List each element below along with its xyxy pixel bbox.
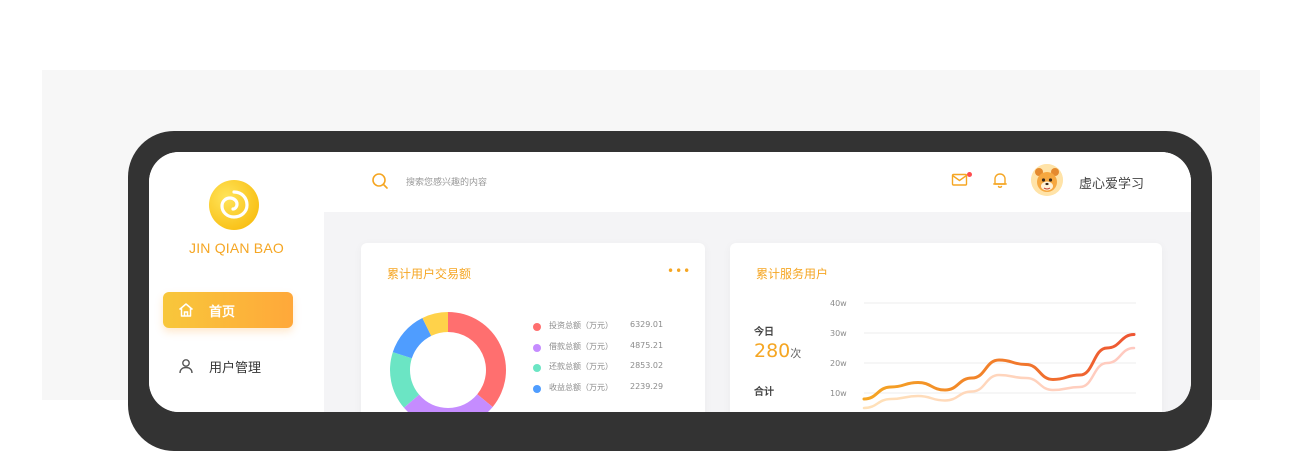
today-label: 今日: [754, 327, 774, 338]
home-icon: [179, 303, 193, 317]
unread-dot: [967, 172, 972, 177]
bell-icon[interactable]: [992, 171, 1008, 189]
user-icon: [179, 359, 193, 374]
legend-swatch: [533, 323, 541, 331]
avatar[interactable]: [1031, 164, 1063, 196]
search-input[interactable]: [404, 172, 668, 194]
search-icon[interactable]: [371, 172, 389, 190]
today-number: 280: [754, 340, 791, 362]
legend: 投资总额（万元） 6329.01 借款总额（万元） 4875.21 还款总额（万…: [533, 319, 693, 401]
donut-slice: [403, 394, 493, 412]
legend-swatch: [533, 343, 541, 352]
legend-value: 2239.29: [630, 381, 664, 391]
legend-label: 收益总额（万元）: [549, 382, 613, 392]
service-users-card: 累计服务用户 今日 280次 合计 40w 30w 20w 10w: [730, 243, 1162, 412]
legend-swatch: [533, 384, 541, 393]
legend-label: 借款总额（万元）: [549, 341, 613, 351]
today-value: 280次: [754, 340, 801, 362]
y-tick-label: 30w: [830, 329, 847, 338]
card-title: 累计用户交易额: [387, 267, 472, 281]
line-series: [862, 346, 1136, 410]
brand-name: JIN QIAN BAO: [189, 240, 284, 256]
legend-item: 借款总额（万元） 4875.21: [533, 340, 693, 361]
transactions-card: 累计用户交易额 ••• 投资总额（万元） 6329.01 借款总额（万元） 48…: [361, 243, 705, 412]
legend-value: 2853.02: [630, 361, 664, 370]
y-tick-label: 10w: [830, 389, 847, 398]
sidebar-item-users[interactable]: 用户管理: [163, 348, 293, 384]
legend-item: 投资总额（万元） 6329.01: [533, 319, 693, 340]
today-unit: 次: [790, 347, 802, 360]
sidebar-item-label: 首页: [209, 304, 236, 320]
y-tick-label: 20w: [830, 359, 847, 368]
legend-label: 还款总额（万元）: [549, 362, 613, 371]
sidebar-item-home[interactable]: 首页: [163, 292, 293, 328]
main-area: 虚心爱学习 累计用户交易额 ••• 投资总额（万元） 6329.01 借款总额（…: [324, 152, 1191, 412]
brand-logo: [209, 180, 259, 230]
line-chart: 40w 30w 20w 10w: [830, 299, 1136, 410]
more-button[interactable]: •••: [667, 265, 691, 277]
legend-label: 投资总额（万元）: [549, 321, 613, 330]
donut-chart: [390, 312, 506, 412]
username[interactable]: 虚心爱学习: [1079, 173, 1144, 192]
top-bar: 虚心爱学习: [324, 152, 1191, 212]
card-title: 累计服务用户: [756, 267, 829, 281]
app-screen: JIN QIAN BAO 首页 用户管理 搜索您感兴趣的内容 虚心爱学习 累计用…: [149, 152, 1191, 412]
donut-slice: [448, 312, 506, 407]
legend-item: 收益总额（万元） 2239.29: [533, 381, 693, 402]
legend-value: 6329.01: [630, 320, 664, 329]
legend-value: 4875.21: [630, 340, 664, 350]
legend-swatch: [533, 364, 541, 372]
legend-item: 还款总额（万元） 2853.02: [533, 360, 693, 381]
y-tick-label: 40w: [830, 299, 847, 308]
sidebar: JIN QIAN BAO 首页 用户管理: [149, 152, 324, 412]
sidebar-item-label: 用户管理: [209, 360, 262, 376]
line-series: [862, 333, 1136, 401]
total-label: 合计: [754, 387, 774, 398]
